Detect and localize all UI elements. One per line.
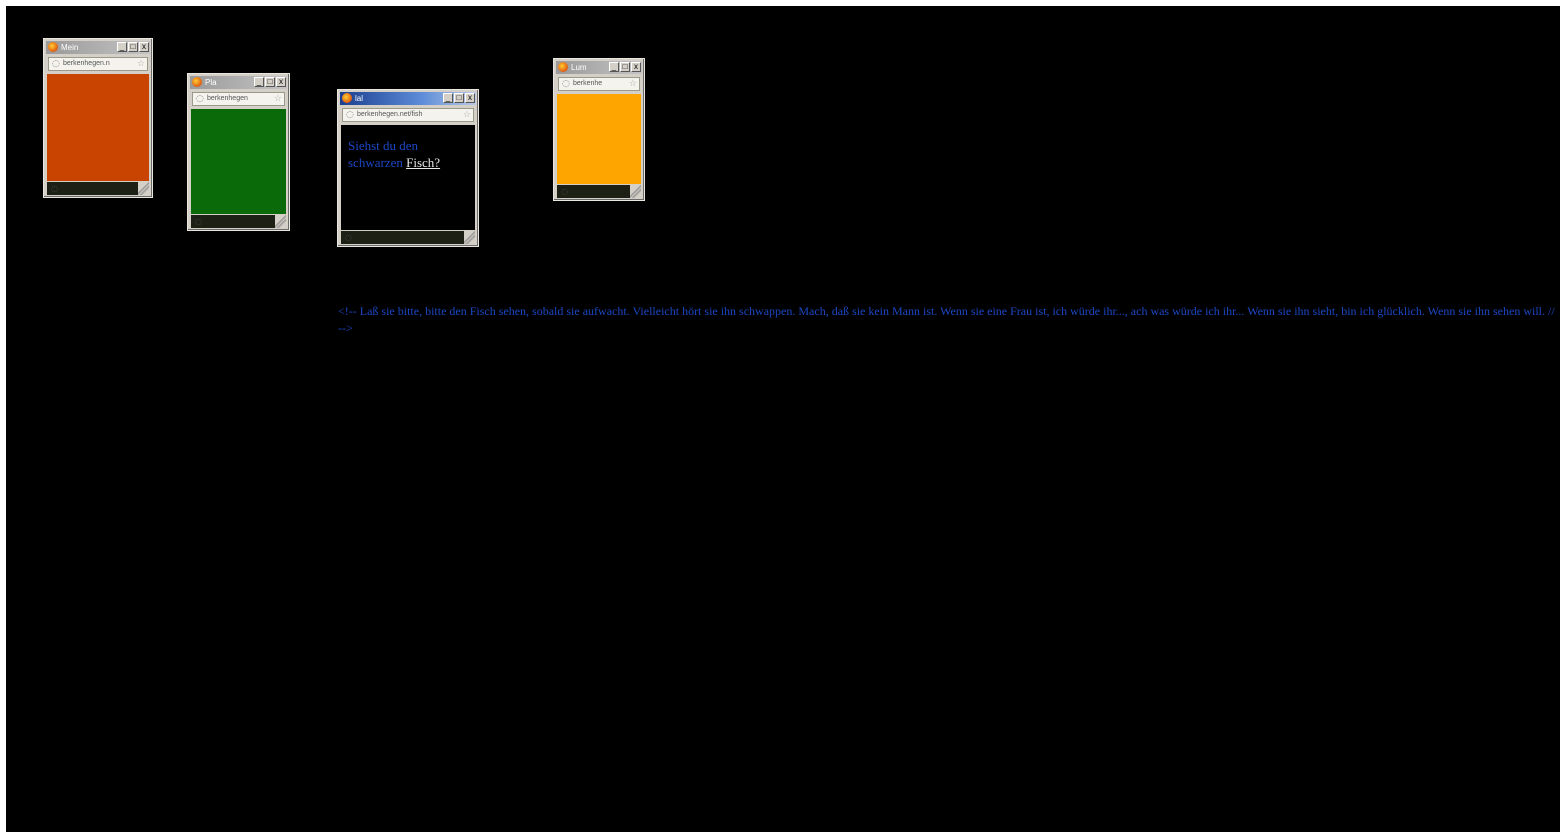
firefox-icon	[48, 42, 58, 52]
maximize-button[interactable]: □	[454, 93, 464, 103]
minimize-button[interactable]: _	[609, 62, 619, 72]
window-title: Pla	[205, 78, 217, 87]
resize-grip[interactable]	[630, 185, 641, 198]
status-bar: ◌	[341, 231, 475, 244]
url-bar[interactable]: ◌ berkenhe ☆	[558, 77, 640, 91]
url-text: berkenhegen.n	[63, 60, 110, 67]
globe-icon: ◌	[562, 79, 570, 89]
globe-icon: ◌	[196, 94, 204, 104]
page-content: Siehst du den schwarzen Fisch?	[341, 125, 475, 230]
close-button[interactable]: x	[276, 77, 286, 87]
resize-grip[interactable]	[464, 231, 475, 244]
status-bar: ◌	[47, 182, 149, 195]
popup-window-1[interactable]: Mein _ □ x ◌ berkenhegen.n ☆ ◌	[43, 38, 153, 198]
title-bar[interactable]: lal _ □ x	[340, 92, 476, 105]
window-title: lal	[355, 94, 364, 103]
firefox-icon	[342, 93, 352, 103]
minimize-button[interactable]: _	[117, 42, 127, 52]
popup-window-3[interactable]: lal _ □ x ◌ berkenhegen.net/fish ☆ Siehs…	[337, 89, 479, 247]
window-title: Mein	[61, 43, 79, 52]
status-icon: ◌	[195, 217, 202, 226]
desktop: Mein _ □ x ◌ berkenhegen.n ☆ ◌ Pla _ □ x	[6, 6, 1560, 832]
fish-link[interactable]: Fisch?	[406, 155, 440, 170]
page-content	[191, 109, 286, 214]
globe-icon: ◌	[52, 59, 60, 69]
close-button[interactable]: x	[139, 42, 149, 52]
popup-window-4[interactable]: Lum _ □ x ◌ berkenhe ☆ ◌	[553, 58, 645, 201]
star-icon[interactable]: ☆	[274, 93, 282, 105]
fish-question: Siehst du den schwarzen Fisch?	[348, 137, 468, 171]
status-bar: ◌	[191, 215, 286, 228]
status-bar: ◌	[557, 185, 641, 198]
title-bar[interactable]: Lum _ □ x	[556, 61, 642, 74]
url-text: berkenhe	[573, 80, 603, 87]
title-bar[interactable]: Mein _ □ x	[46, 41, 150, 54]
star-icon[interactable]: ☆	[629, 78, 637, 90]
status-icon: ◌	[345, 233, 352, 242]
url-text: berkenhegen.net/fish	[357, 111, 423, 118]
page-content	[557, 94, 641, 184]
resize-grip[interactable]	[138, 182, 149, 195]
minimize-button[interactable]: _	[443, 93, 453, 103]
close-button[interactable]: x	[631, 62, 641, 72]
url-bar[interactable]: ◌ berkenhegen.net/fish ☆	[342, 108, 474, 122]
maximize-button[interactable]: □	[620, 62, 630, 72]
url-text: berkenhegen	[207, 95, 248, 102]
firefox-icon	[558, 62, 568, 72]
minimize-button[interactable]: _	[254, 77, 264, 87]
status-icon: ◌	[51, 184, 58, 193]
window-title: Lum	[571, 63, 587, 72]
popup-window-2[interactable]: Pla _ □ x ◌ berkenhegen ☆ ◌	[187, 73, 290, 231]
star-icon[interactable]: ☆	[137, 58, 145, 70]
firefox-icon	[192, 77, 202, 87]
title-bar[interactable]: Pla _ □ x	[190, 76, 287, 89]
url-bar[interactable]: ◌ berkenhegen ☆	[192, 92, 285, 106]
globe-icon: ◌	[346, 110, 354, 120]
maximize-button[interactable]: □	[265, 77, 275, 87]
resize-grip[interactable]	[275, 215, 286, 228]
url-bar[interactable]: ◌ berkenhegen.n ☆	[48, 57, 148, 71]
star-icon[interactable]: ☆	[463, 109, 471, 121]
status-icon: ◌	[561, 187, 568, 196]
close-button[interactable]: x	[465, 93, 475, 103]
maximize-button[interactable]: □	[128, 42, 138, 52]
page-content	[47, 74, 149, 181]
comment-text: <!-- Laß sie bitte, bitte den Fisch sehe…	[338, 304, 1555, 335]
